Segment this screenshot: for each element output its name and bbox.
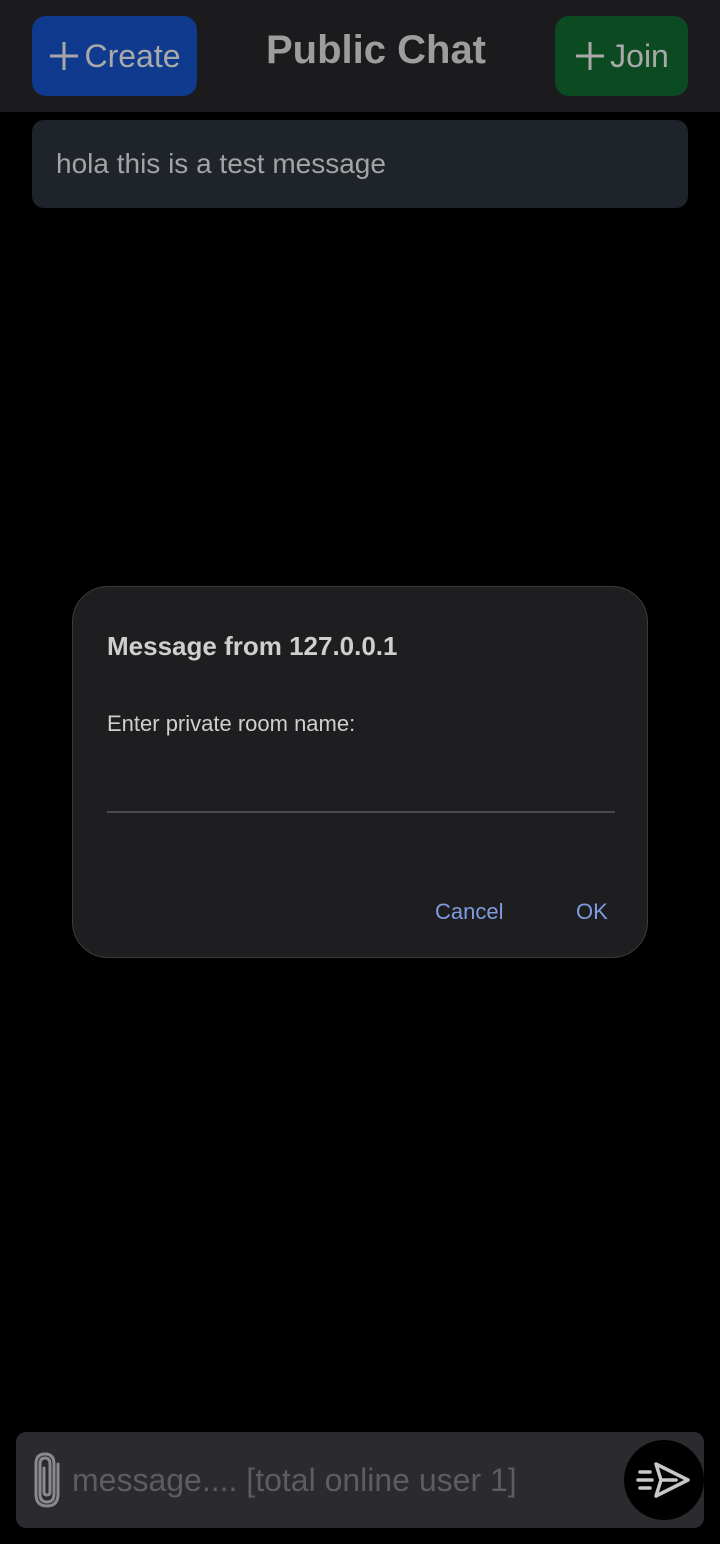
cancel-button[interactable]: Cancel <box>435 899 503 925</box>
paperclip-icon[interactable] <box>30 1452 66 1508</box>
send-button[interactable] <box>624 1440 704 1520</box>
join-button-label: Join <box>610 37 669 74</box>
room-name-input[interactable] <box>107 747 615 813</box>
send-icon <box>636 1462 690 1498</box>
message-composer <box>16 1432 704 1528</box>
plus-icon <box>576 42 605 70</box>
plus-icon <box>50 42 79 70</box>
message-bubble: hola this is a test message <box>32 120 688 208</box>
dialog-prompt: Enter private room name: <box>107 711 356 736</box>
create-button[interactable]: Create <box>32 16 197 96</box>
message-text: hola this is a test message <box>56 148 386 179</box>
join-button[interactable]: Join <box>555 16 688 96</box>
message-input[interactable] <box>72 1452 612 1508</box>
dialog-title: Message from 127.0.0.1 <box>107 631 398 661</box>
create-button-label: Create <box>84 37 181 74</box>
chat-screen: Create Public Chat Join hola this is a t… <box>0 0 720 1544</box>
page-title: Public Chat <box>265 28 487 72</box>
prompt-dialog: Message from 127.0.0.1 Enter private roo… <box>72 586 648 958</box>
ok-button[interactable]: OK <box>576 899 608 925</box>
header-bar: Create Public Chat Join <box>0 0 720 112</box>
